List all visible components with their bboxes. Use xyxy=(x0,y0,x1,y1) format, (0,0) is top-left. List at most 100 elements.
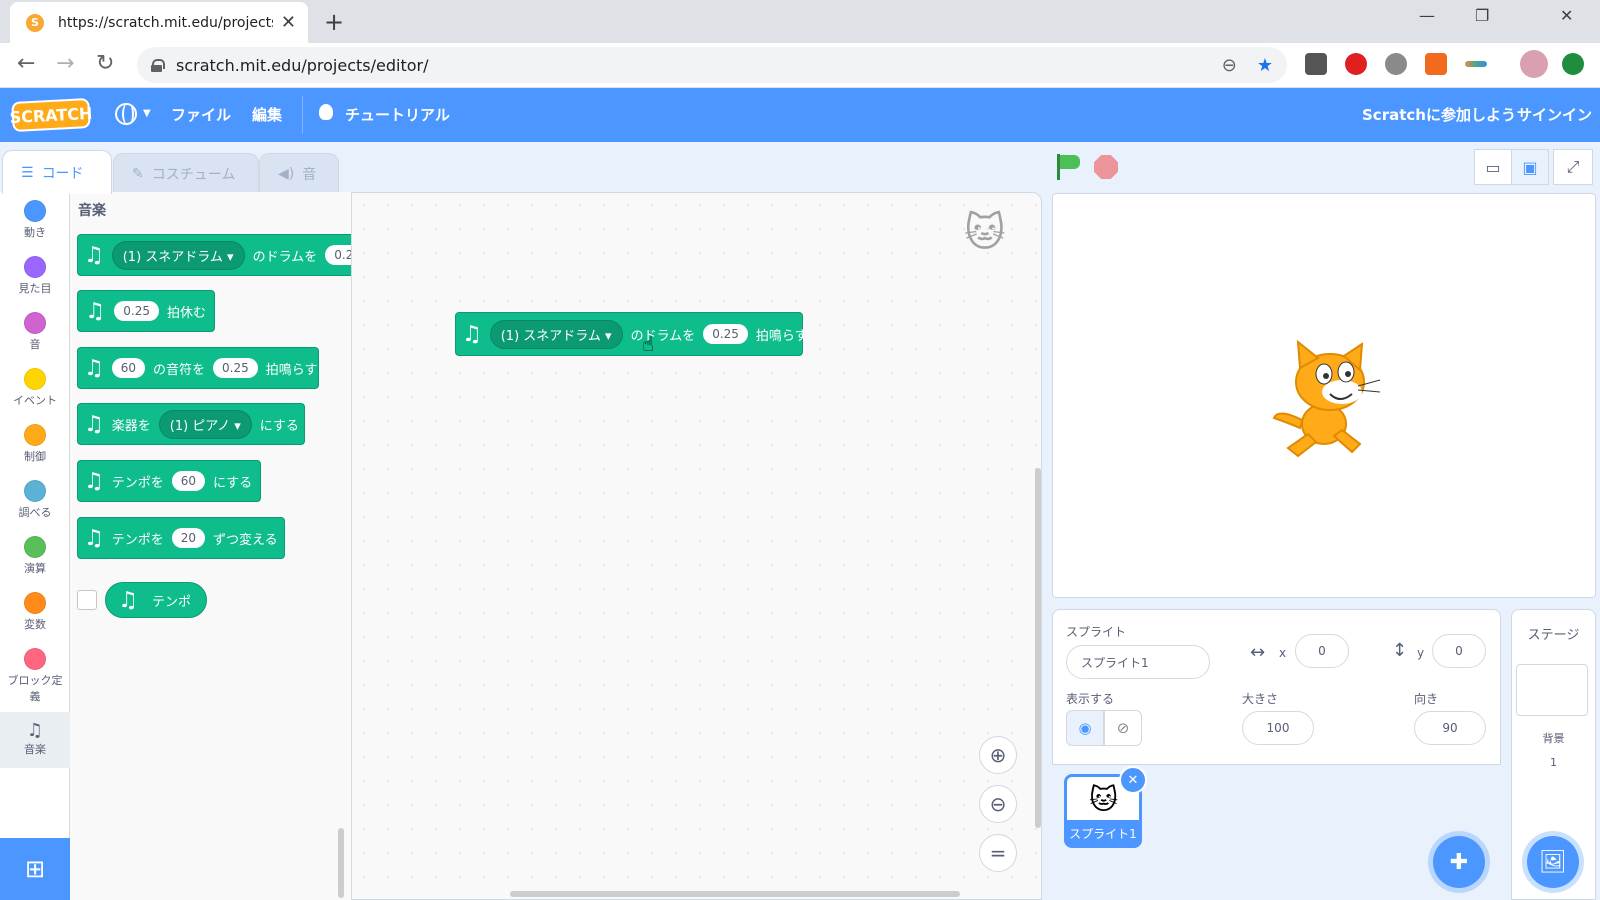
change-tempo-block[interactable]: ♫ テンポを 20 ずつ変える xyxy=(77,517,285,559)
vertical-arrows-icon: ↕ xyxy=(1392,640,1408,661)
update-arrow-icon[interactable] xyxy=(1562,53,1584,75)
forward-arrow-icon[interactable]: → xyxy=(56,51,74,76)
small-stage-button[interactable]: ▭ xyxy=(1474,149,1512,185)
canvas-drum-dropdown[interactable]: (1) スネアドラム ▾ xyxy=(489,319,623,349)
chevron-down-icon[interactable]: ▼ xyxy=(143,108,151,119)
choose-backdrop-button[interactable]: 🖼 xyxy=(1527,836,1579,888)
lightbulb-icon[interactable] xyxy=(319,104,333,120)
category-my-blocks[interactable]: ブロック定義 xyxy=(0,648,70,704)
chart-extension-icon[interactable] xyxy=(1425,53,1447,75)
menu-edit[interactable]: 編集 xyxy=(252,104,282,125)
window-close-icon[interactable]: ✕ xyxy=(1560,6,1573,25)
browser-tab[interactable]: S https://scratch.mit.edu/projects/e ✕ xyxy=(10,2,308,43)
window-restore-icon[interactable]: ❐ xyxy=(1475,6,1489,25)
sprite-name-field[interactable]: スプライト1 xyxy=(1066,645,1210,679)
tab-close-icon[interactable]: ✕ xyxy=(281,12,296,33)
category-sensing[interactable]: 調べる xyxy=(0,480,70,520)
skype-extension-icon[interactable] xyxy=(1385,53,1407,75)
rest-block[interactable]: ♫ 0.25 拍休む xyxy=(77,290,215,332)
category-operators[interactable]: 演算 xyxy=(0,536,70,576)
hide-sprite-button[interactable]: ⊘ xyxy=(1104,710,1142,746)
direction-field[interactable]: 90 xyxy=(1414,711,1486,745)
show-sprite-button[interactable]: ◉ xyxy=(1066,710,1104,746)
tempo-change-input[interactable]: 20 xyxy=(171,528,206,548)
tab-costumes[interactable]: ✎ コスチューム xyxy=(113,153,259,193)
new-tab-icon[interactable]: + xyxy=(324,8,344,36)
delete-sprite-button[interactable]: ✕ xyxy=(1119,766,1147,794)
window-minimize-icon[interactable]: — xyxy=(1419,6,1435,25)
choose-sprite-button[interactable]: ✚ xyxy=(1433,836,1485,888)
category-control[interactable]: 制御 xyxy=(0,424,70,464)
tempo-reporter-block[interactable]: ♫ テンポ xyxy=(105,582,207,618)
music-note-icon: ♫ xyxy=(26,720,44,741)
palette-scrollbar[interactable] xyxy=(338,828,344,898)
zoom-out-button[interactable]: ⊖ xyxy=(979,785,1017,823)
tab-sounds-label: 音 xyxy=(302,166,317,183)
address-bar[interactable]: scratch.mit.edu/projects/editor/ ⊖ ★ xyxy=(137,47,1287,83)
eye-slash-icon: ⊘ xyxy=(1116,719,1130,737)
bookmark-star-icon[interactable]: ★ xyxy=(1257,55,1273,76)
sensing-dot-icon xyxy=(24,480,46,502)
block-text: テンポを xyxy=(111,475,164,491)
beats-input[interactable]: 0.2 xyxy=(325,245,351,265)
stage-thumbnail[interactable] xyxy=(1516,664,1588,716)
tab-sounds[interactable]: ◀) 音 xyxy=(259,153,339,193)
play-note-block[interactable]: ♫ 60 の音符を 0.25 拍鳴らす xyxy=(77,347,319,389)
fullscreen-button[interactable]: ⤢ xyxy=(1553,149,1593,185)
category-motion[interactable]: 動き xyxy=(0,200,70,240)
globe-icon[interactable] xyxy=(115,103,137,125)
note-beats-input[interactable]: 0.25 xyxy=(213,358,258,378)
url-text[interactable]: scratch.mit.edu/projects/editor/ xyxy=(176,56,1202,75)
menu-file[interactable]: ファイル xyxy=(171,104,231,125)
category-label: 音 xyxy=(29,338,41,351)
y-position-field[interactable]: 0 xyxy=(1432,634,1486,668)
set-instrument-block[interactable]: ♫ 楽器を (1) ピアノ ▾ にする xyxy=(77,403,305,445)
rest-beats-input[interactable]: 0.25 xyxy=(114,301,159,321)
script-canvas[interactable] xyxy=(352,193,1040,899)
rainbow-extension-icon[interactable] xyxy=(1465,61,1487,67)
scratch-logo[interactable]: SCRATCH xyxy=(9,97,93,133)
my-blocks-dot-icon xyxy=(24,648,46,670)
zoom-reset-button[interactable]: = xyxy=(979,834,1017,872)
tab-code[interactable]: ☰ コード xyxy=(2,150,112,194)
normal-stage-button[interactable]: ▣ xyxy=(1511,149,1549,185)
cat-sprite[interactable] xyxy=(1268,338,1384,462)
canvas-beats-input[interactable]: 0.25 xyxy=(703,324,748,344)
red-extension-icon[interactable] xyxy=(1345,53,1367,75)
play-drum-block[interactable]: ♫ (1) スネアドラム ▾ のドラムを 0.2 xyxy=(77,234,351,276)
set-tempo-block[interactable]: ♫ テンポを 60 にする xyxy=(77,460,261,502)
block-text: 拍鳴らす xyxy=(755,328,808,344)
menu-tutorials[interactable]: チュートリアル xyxy=(345,104,450,125)
green-flag-icon[interactable] xyxy=(1057,154,1081,180)
category-looks[interactable]: 見た目 xyxy=(0,256,70,296)
qr-extension-icon[interactable] xyxy=(1305,53,1327,75)
workspace-horizontal-scrollbar[interactable] xyxy=(510,891,960,897)
category-music[interactable]: ♫ 音楽 xyxy=(0,712,70,768)
join-scratch-link[interactable]: Scratchに参加しよう xyxy=(1362,104,1516,125)
drum-dropdown[interactable]: (1) スネアドラム ▾ xyxy=(111,240,245,270)
stage-title: ステージ xyxy=(1527,628,1580,643)
zoom-in-button[interactable]: ⊕ xyxy=(979,736,1017,774)
canvas-play-drum-block[interactable]: ♫ (1) スネアドラム ▾ のドラムを 0.25 拍鳴らす xyxy=(455,312,808,356)
music-note-icon: ♫ xyxy=(85,298,105,324)
zoom-out-icon[interactable]: ⊖ xyxy=(1222,55,1237,76)
back-arrow-icon[interactable]: ← xyxy=(17,51,35,76)
workspace-vertical-scrollbar[interactable] xyxy=(1035,468,1041,828)
category-variables[interactable]: 変数 xyxy=(0,592,70,632)
category-sound[interactable]: 音 xyxy=(0,312,70,352)
block-text: テンポを xyxy=(111,532,164,548)
trash-icon: ✕ xyxy=(1127,772,1139,788)
size-field[interactable]: 100 xyxy=(1242,711,1314,745)
tempo-monitor-checkbox[interactable] xyxy=(77,590,97,610)
profile-avatar[interactable] xyxy=(1520,50,1548,78)
category-events[interactable]: イベント xyxy=(0,368,70,408)
sign-in-link[interactable]: サインイン xyxy=(1517,104,1592,125)
note-input[interactable]: 60 xyxy=(111,358,146,378)
x-position-field[interactable]: 0 xyxy=(1295,634,1349,668)
normal-stage-icon: ▣ xyxy=(1522,157,1538,177)
reload-icon[interactable]: ↻ xyxy=(96,51,114,76)
add-extension-button[interactable]: ⊞ xyxy=(0,838,70,900)
tempo-input[interactable]: 60 xyxy=(171,471,206,491)
music-note-icon: ♫ xyxy=(84,411,104,437)
instrument-dropdown[interactable]: (1) ピアノ ▾ xyxy=(158,409,252,439)
